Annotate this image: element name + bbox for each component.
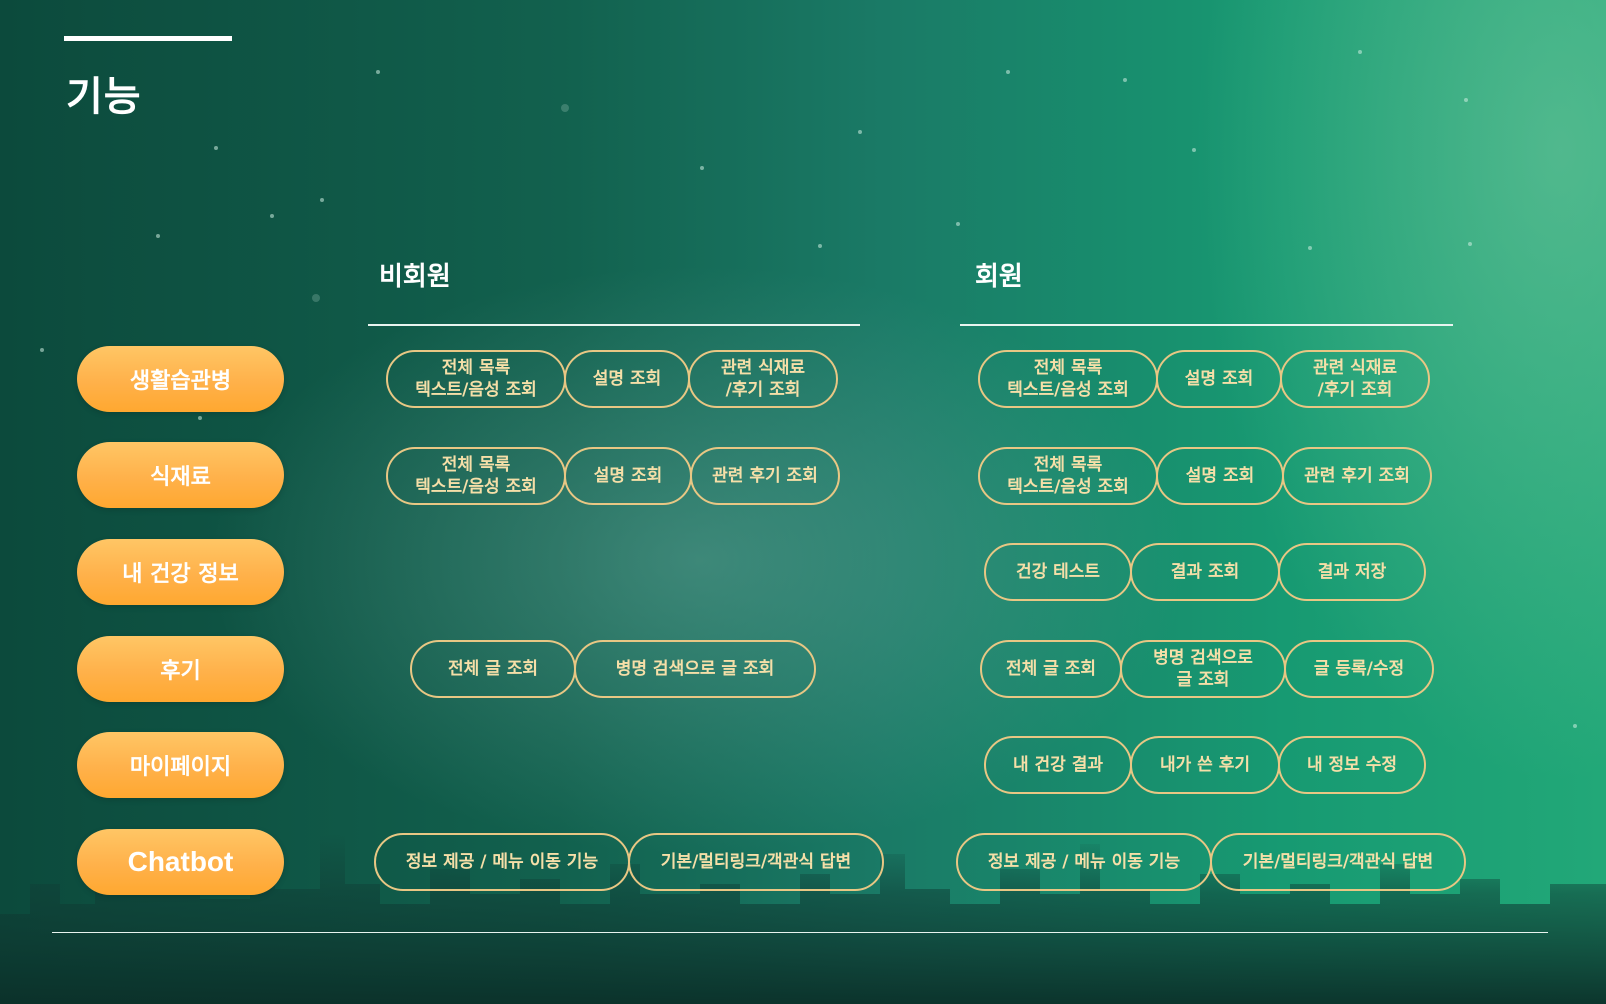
feature-pill: 병명 검색으로 글 조회: [574, 640, 816, 698]
guest-features-chatbot: 정보 제공 / 메뉴 이동 기능 기본/멀티링크/객관식 답변: [374, 833, 884, 891]
feature-pill: 정보 제공 / 메뉴 이동 기능: [374, 833, 630, 891]
column-header-guest: 비회원: [379, 262, 451, 292]
feature-pill: 결과 조회: [1130, 543, 1280, 601]
feature-pill: 설명 조회: [564, 447, 692, 505]
feature-pill: 글 등록/수정: [1284, 640, 1434, 698]
feature-pill: 내 정보 수정: [1278, 736, 1426, 794]
row-label-ingredients: 식재료: [77, 442, 284, 508]
feature-pill: 전체 목록 텍스트/음성 조회: [978, 447, 1158, 505]
feature-pill: 결과 저장: [1278, 543, 1426, 601]
feature-pill: 내가 쓴 후기: [1130, 736, 1280, 794]
feature-pill: 기본/멀티링크/객관식 답변: [1210, 833, 1466, 891]
bottom-divider: [52, 932, 1548, 933]
feature-pill: 내 건강 결과: [984, 736, 1132, 794]
guest-features-ingredients: 전체 목록 텍스트/음성 조회 설명 조회 관련 후기 조회: [386, 447, 840, 505]
member-features-lifestyle-disease: 전체 목록 텍스트/음성 조회 설명 조회 관련 식재료 /후기 조회: [978, 350, 1430, 408]
row-label-my-health-info: 내 건강 정보: [77, 539, 284, 605]
column-rule-guest: [368, 324, 860, 326]
page-title: 기능: [66, 74, 142, 120]
title-accent-line: [64, 36, 232, 41]
feature-pill: 관련 식재료 /후기 조회: [1280, 350, 1430, 408]
guest-features-reviews: 전체 글 조회 병명 검색으로 글 조회: [410, 640, 816, 698]
feature-pill: 설명 조회: [564, 350, 690, 408]
feature-pill: 전체 목록 텍스트/음성 조회: [978, 350, 1158, 408]
feature-pill: 전체 글 조회: [410, 640, 576, 698]
feature-pill: 설명 조회: [1156, 447, 1284, 505]
column-header-member: 회원: [975, 262, 1023, 292]
row-label-lifestyle-disease: 생활습관병: [77, 346, 284, 412]
feature-pill: 기본/멀티링크/객관식 답변: [628, 833, 884, 891]
guest-features-lifestyle-disease: 전체 목록 텍스트/음성 조회 설명 조회 관련 식재료 /후기 조회: [386, 350, 838, 408]
feature-pill: 관련 후기 조회: [690, 447, 840, 505]
column-rule-member: [960, 324, 1453, 326]
member-features-chatbot: 정보 제공 / 메뉴 이동 기능 기본/멀티링크/객관식 답변: [956, 833, 1466, 891]
feature-pill: 병명 검색으로 글 조회: [1120, 640, 1286, 698]
row-label-mypage: 마이페이지: [77, 732, 284, 798]
feature-pill: 전체 목록 텍스트/음성 조회: [386, 350, 566, 408]
feature-pill: 설명 조회: [1156, 350, 1282, 408]
feature-pill: 정보 제공 / 메뉴 이동 기능: [956, 833, 1212, 891]
city-skyline: [0, 834, 1606, 1004]
feature-pill: 전체 글 조회: [980, 640, 1122, 698]
feature-pill: 관련 후기 조회: [1282, 447, 1432, 505]
member-features-reviews: 전체 글 조회 병명 검색으로 글 조회 글 등록/수정: [980, 640, 1434, 698]
member-features-my-health-info: 건강 테스트 결과 조회 결과 저장: [984, 543, 1426, 601]
member-features-mypage: 내 건강 결과 내가 쓴 후기 내 정보 수정: [984, 736, 1426, 794]
member-features-ingredients: 전체 목록 텍스트/음성 조회 설명 조회 관련 후기 조회: [978, 447, 1432, 505]
feature-pill: 관련 식재료 /후기 조회: [688, 350, 838, 408]
feature-pill: 건강 테스트: [984, 543, 1132, 601]
row-label-reviews: 후기: [77, 636, 284, 702]
row-label-chatbot: Chatbot: [77, 829, 284, 895]
feature-pill: 전체 목록 텍스트/음성 조회: [386, 447, 566, 505]
